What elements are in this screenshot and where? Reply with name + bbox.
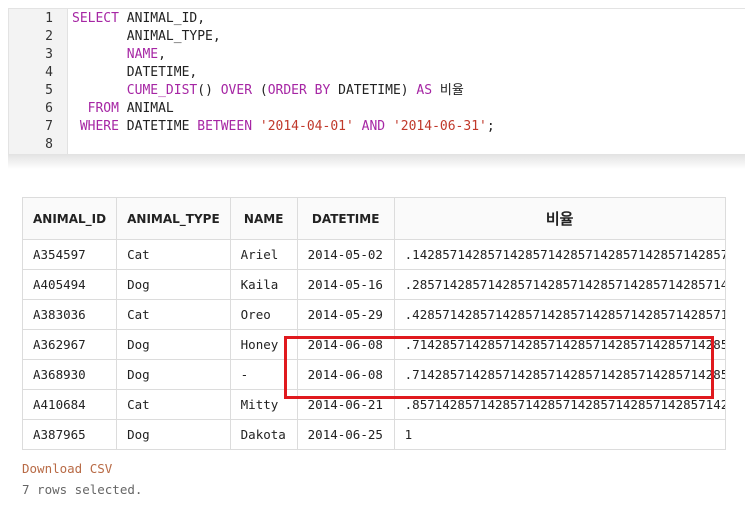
sql-token: ANIMAL_ID, xyxy=(126,11,206,26)
sql-token: , xyxy=(158,47,166,62)
sql-keyword: AS xyxy=(416,83,433,98)
sql-keyword: BETWEEN xyxy=(197,119,253,134)
sql-token: ( xyxy=(252,83,268,98)
cell-animal-id: A368930 xyxy=(21,359,118,390)
code-line[interactable]: DATETIME, xyxy=(72,64,197,82)
cell-datetime: 2014-06-21 xyxy=(296,389,395,420)
cell-name: Honey xyxy=(229,329,298,360)
column-header-datetime: DATETIME xyxy=(296,197,395,240)
table-row: A405494 Dog Kaila 2014-05-16.28571428571428… xyxy=(21,269,726,300)
sql-keyword: AND xyxy=(361,119,386,134)
sql-keyword: NAME xyxy=(126,47,159,62)
cell-animal-id: A410684 xyxy=(21,389,118,420)
cell-animal-id: A405494 xyxy=(21,269,118,300)
sql-token: 비율 xyxy=(432,83,464,98)
cell-datetime: 2014-05-02 xyxy=(296,239,395,270)
sql-token: ANIMAL xyxy=(118,101,174,116)
cell-animal-type: Cat xyxy=(116,389,231,420)
column-header-ratio: 비율 xyxy=(393,197,726,240)
cell-ratio: .857142857142857142857142857142857142857… xyxy=(393,389,726,420)
cell-ratio: 1 xyxy=(393,419,726,450)
editor-divider xyxy=(8,155,745,169)
sql-keyword: CUME_DIST xyxy=(126,83,198,98)
sql-token: DATETIME) xyxy=(330,83,417,98)
cell-name: Oreo xyxy=(229,299,298,330)
cell-datetime: 2014-05-16 xyxy=(296,269,395,300)
line-number: 7 xyxy=(45,119,53,134)
sql-string: '2014-06-31' xyxy=(392,119,487,134)
sql-keyword: FROM xyxy=(87,101,119,116)
cell-animal-type: Dog xyxy=(116,419,231,450)
code-line[interactable]: NAME, xyxy=(72,46,166,64)
code-line[interactable]: WHERE DATETIME BETWEEN '2014-04-01' AND … xyxy=(72,118,495,136)
cell-animal-id: A354597 xyxy=(21,239,118,270)
code-line[interactable]: FROM ANIMAL xyxy=(72,100,174,118)
sql-token: DATETIME xyxy=(118,119,198,134)
cell-animal-type: Cat xyxy=(116,239,231,270)
column-header-animal-id: ANIMAL_ID xyxy=(21,197,118,240)
sql-keyword: ORDER BY xyxy=(267,83,331,98)
cell-ratio: .714285714285714285714285714285714285714… xyxy=(393,359,726,390)
line-number: 1 xyxy=(45,11,53,26)
line-number: 8 xyxy=(45,137,53,152)
cell-name: Kaila xyxy=(229,269,298,300)
cell-animal-type: Dog xyxy=(116,329,231,360)
cell-ratio: .285714285714285714285714285714285714285… xyxy=(393,269,726,300)
table-row: A383036 Cat Oreo 2014-05-29.428571428571428… xyxy=(21,299,726,330)
cell-datetime: 2014-06-08 xyxy=(296,359,395,390)
header-row: ANIMAL_ID ANIMAL_TYPE NAME DATETIME 비율 xyxy=(21,197,726,240)
cell-name: Mitty xyxy=(229,389,298,420)
cell-name: Ariel xyxy=(229,239,298,270)
download-csv-link[interactable]: Download CSV xyxy=(22,461,112,476)
table-row: A354597 Cat Ariel 2014-05-02.14285714285714… xyxy=(21,239,726,270)
rows-selected-status: 7 rows selected. xyxy=(22,482,143,497)
cell-animal-id: A383036 xyxy=(21,299,118,330)
column-header-animal-type: ANIMAL_TYPE xyxy=(116,197,231,240)
column-header-name: NAME xyxy=(229,197,298,240)
sql-token: ; xyxy=(486,119,495,134)
sql-string: '2014-04-01' xyxy=(259,119,354,134)
line-number: 3 xyxy=(45,47,53,62)
cell-ratio: .428571428571428571428571428571428571428… xyxy=(393,299,726,330)
line-number: 6 xyxy=(45,101,53,116)
sql-token: ANIMAL_TYPE, xyxy=(72,29,221,44)
table-row: A368930 Dog -2014-06-08.714285714285714285… xyxy=(21,359,726,390)
sql-token: DATETIME, xyxy=(72,65,198,80)
table-row: A387965 Dog Dakota 2014-06-25 1 xyxy=(21,419,726,450)
cell-name: Dakota xyxy=(229,419,298,450)
code-line[interactable]: SELECT ANIMAL_ID, xyxy=(72,10,205,28)
line-number: 5 xyxy=(45,83,53,98)
cell-datetime: 2014-05-29 xyxy=(296,299,395,330)
sql-editor[interactable]: 1 SELECT ANIMAL_ID, 2 ANIMAL_TYPE, 3 NAME, 4… xyxy=(8,8,745,155)
cell-name: - xyxy=(229,359,298,390)
cell-animal-id: A387965 xyxy=(21,419,118,450)
sql-keyword: WHERE xyxy=(79,119,119,134)
results-table: ANIMAL_ID ANIMAL_TYPE NAME DATETIME 비율 A… xyxy=(21,197,726,450)
code-line[interactable]: CUME_DIST() OVER (ORDER BY DATETIME) AS … xyxy=(72,82,464,100)
line-number: 4 xyxy=(45,65,53,80)
cell-animal-id: A362967 xyxy=(21,329,118,360)
cell-ratio: .142857142857142857142857142857142857142… xyxy=(393,239,726,270)
cell-datetime: 2014-06-25 xyxy=(296,419,395,450)
cell-animal-type: Dog xyxy=(116,359,231,390)
sql-keyword: SELECT xyxy=(72,11,127,26)
table-row: A410684 Cat Mitty 2014-06-21.85714285714285… xyxy=(21,389,726,420)
code-line[interactable]: ANIMAL_TYPE, xyxy=(72,28,221,46)
cell-datetime: 2014-06-08 xyxy=(296,329,395,360)
sql-keyword: OVER xyxy=(220,83,253,98)
cell-ratio: .714285714285714285714285714285714285714… xyxy=(393,329,726,360)
table-row: A362967 Dog Honey 2014-06-08.71428571428571… xyxy=(21,329,726,360)
sql-token: () xyxy=(197,83,221,98)
line-number: 2 xyxy=(45,29,53,44)
cell-animal-type: Cat xyxy=(116,299,231,330)
cell-animal-type: Dog xyxy=(116,269,231,300)
